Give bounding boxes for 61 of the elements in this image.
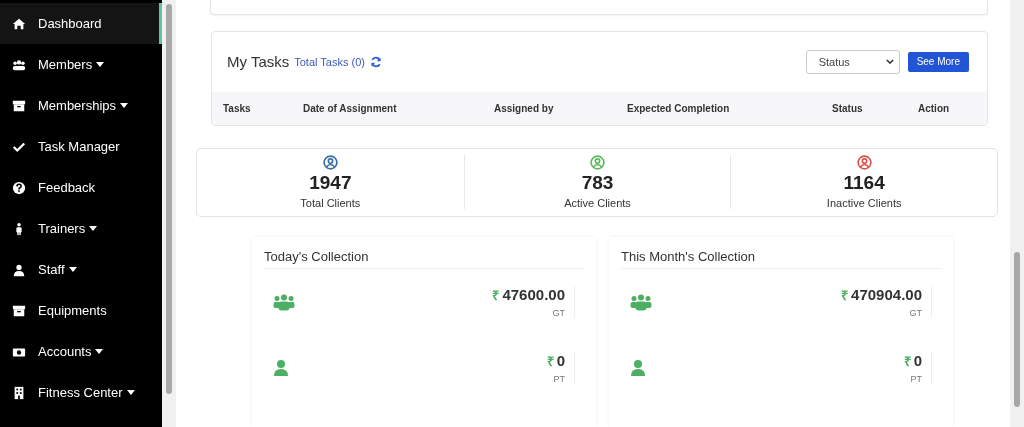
stat-label: Inactive Clients: [826, 197, 902, 210]
caret-icon: [95, 349, 104, 354]
home-icon: [12, 16, 26, 31]
amount: 47600.00: [502, 286, 565, 303]
caret-icon: [89, 226, 98, 231]
stat-value: 1164: [843, 172, 885, 195]
caret-icon: [96, 62, 105, 67]
sidebar-item[interactable]: Trainers: [0, 208, 162, 249]
rupee-sign: ₹: [546, 353, 554, 370]
column-header: Action: [918, 102, 951, 114]
sidebar-item[interactable]: Fitness Center: [0, 372, 162, 413]
see-more-button[interactable]: See More: [907, 51, 969, 72]
column-header: Status: [832, 102, 864, 114]
stat-label: Total Clients: [300, 197, 361, 210]
caret-icon: [126, 390, 135, 395]
people-icon: [273, 292, 295, 312]
collection-title: Today's Collection: [264, 249, 584, 269]
column-header: Expected Completion: [627, 102, 731, 114]
sidebar-item[interactable]: Staff: [0, 249, 162, 290]
user-icon: [630, 359, 646, 377]
caret-icon: [120, 103, 129, 108]
amount-label: PT: [910, 374, 922, 384]
amount: 470904.00: [851, 286, 922, 303]
stat-label: Active Clients: [564, 197, 631, 210]
sidebar-item[interactable]: Equipments: [0, 290, 162, 331]
amount-label: GT: [909, 308, 922, 318]
refresh-icon[interactable]: [369, 55, 382, 68]
column-header: Assigned by: [494, 102, 555, 114]
archive-box-icon: [12, 98, 26, 113]
column-header: Date of Assignment: [303, 102, 398, 114]
rupee-sign: ₹: [492, 287, 500, 304]
stat-value: 1947: [309, 172, 352, 195]
user-icon: [273, 359, 289, 377]
people-icon: [630, 292, 652, 312]
sidebar-item[interactable]: Dashboard: [0, 3, 162, 44]
amount: 0: [556, 352, 565, 369]
user-icon: [12, 262, 26, 277]
page-scrollbar[interactable]: [1010, 0, 1024, 427]
column-header: Tasks: [223, 102, 252, 114]
amount-label: GT: [552, 308, 565, 318]
stat-value: 783: [581, 172, 614, 195]
rupee-sign: ₹: [903, 353, 911, 370]
amount: 0: [913, 352, 922, 369]
building-icon: [12, 385, 26, 400]
sidebar-item[interactable]: Memberships: [0, 85, 162, 126]
sidebar-item[interactable]: Accounts: [0, 331, 162, 372]
archive-box-icon: [12, 303, 26, 318]
tasks-title: My Tasks: [227, 53, 290, 71]
sidebar-item[interactable]: Members: [0, 44, 162, 85]
sidebar-scrollbar[interactable]: [162, 0, 176, 427]
sidebar-item[interactable]: Task Manager: [0, 126, 162, 167]
caret-icon: [68, 267, 77, 272]
chevron-down-icon: [885, 59, 894, 65]
rupee-sign: ₹: [841, 287, 849, 304]
collection-title: This Month's Collection: [621, 249, 941, 269]
help-icon: [12, 180, 26, 195]
people-icon: [12, 57, 26, 72]
sidebar-item[interactable]: Feedback: [0, 167, 162, 208]
amount-label: PT: [553, 374, 565, 384]
status-select[interactable]: Status: [805, 49, 900, 74]
total-tasks-link[interactable]: Total Tasks (0): [294, 55, 365, 68]
